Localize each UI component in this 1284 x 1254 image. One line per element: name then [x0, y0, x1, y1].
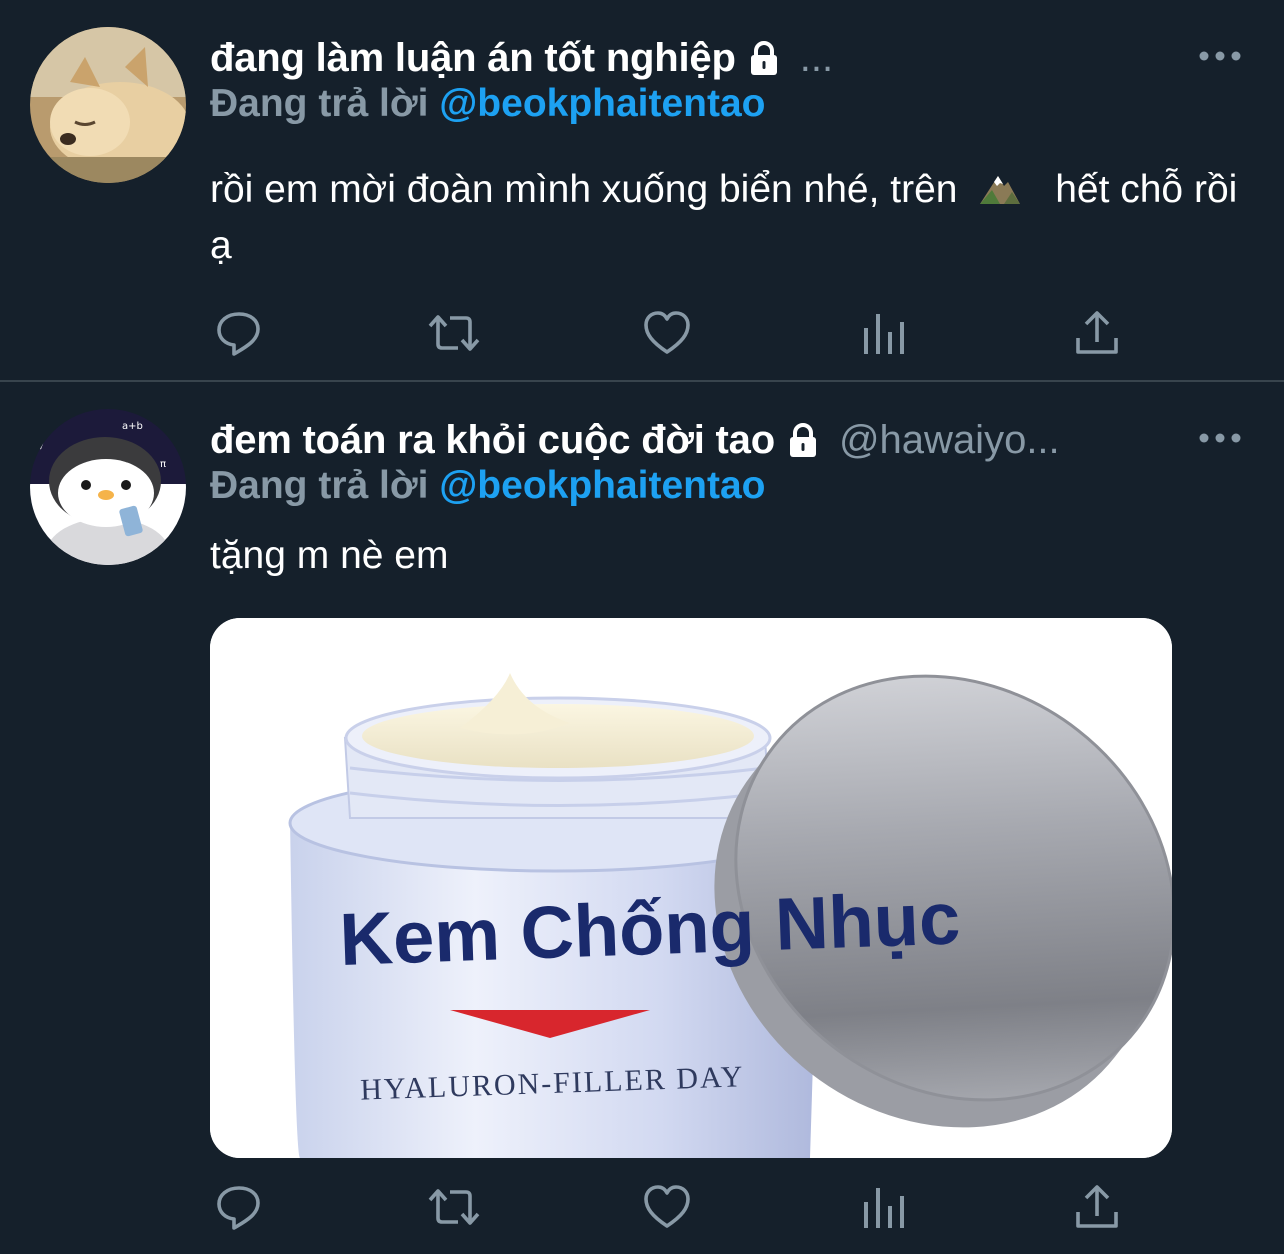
reply-icon[interactable] [214, 1182, 264, 1232]
author-name[interactable]: đem toán ra khỏi cuộc đời tao [210, 418, 775, 463]
replying-label: Đang trả lời [210, 82, 429, 125]
svg-text:π: π [160, 459, 166, 470]
replying-to: Đang trả lời @beokphaitentao [210, 464, 766, 508]
svg-text:√: √ [38, 441, 45, 452]
retweet-icon[interactable] [426, 1182, 482, 1232]
reply-icon[interactable] [214, 308, 264, 358]
cream-jar-image: Kem Chống Nhục HYALURON-FILLER DAY [210, 618, 1172, 1158]
author-handle[interactable]: ... [800, 36, 833, 81]
analytics-icon[interactable] [860, 1182, 910, 1232]
share-icon[interactable] [1072, 308, 1122, 358]
like-icon[interactable] [642, 1182, 692, 1232]
tweet-2[interactable]: a+b √ π đem toán ra khỏi cuộc đời tao @h… [0, 382, 1284, 1254]
tweet-text: rồi em mời đoàn mình xuống biển nhé, trê… [210, 162, 1250, 274]
mention-link[interactable]: @beokphaitentao [439, 464, 765, 507]
tweet-1[interactable]: đang làm luận án tốt nghiệp ... Đang trả… [0, 0, 1284, 382]
penguin-avatar-icon: a+b √ π [30, 409, 186, 565]
author-name[interactable]: đang làm luận án tốt nghiệp [210, 36, 736, 81]
lock-icon [744, 38, 784, 78]
svg-text:a+b: a+b [122, 421, 143, 432]
mountain-emoji-icon [978, 166, 1022, 204]
lock-icon [783, 420, 823, 460]
sleeping-dog-avatar-icon [30, 27, 186, 183]
tweet-actions [210, 1182, 1118, 1232]
retweet-icon[interactable] [426, 308, 482, 358]
replying-to: Đang trả lời @beokphaitentao [210, 82, 766, 126]
mention-link[interactable]: @beokphaitentao [439, 82, 765, 125]
tweet-media-image[interactable]: Kem Chống Nhục HYALURON-FILLER DAY [210, 618, 1172, 1158]
tweet-actions [210, 308, 1118, 358]
tweet-header: đang làm luận án tốt nghiệp ... [210, 34, 1224, 82]
more-icon[interactable] [1198, 428, 1242, 448]
replying-label: Đang trả lời [210, 464, 429, 507]
share-icon[interactable] [1072, 1182, 1122, 1232]
tweet-header: đem toán ra khỏi cuộc đời tao @hawaiyo..… [210, 416, 1224, 464]
author-handle[interactable]: @hawaiyo... [839, 418, 1060, 463]
avatar[interactable] [30, 27, 186, 183]
more-icon[interactable] [1198, 46, 1242, 66]
avatar[interactable]: a+b √ π [30, 409, 186, 565]
like-icon[interactable] [642, 308, 692, 358]
analytics-icon[interactable] [860, 308, 910, 358]
tweet-text-part-1: rồi em mời đoàn mình xuống biển nhé, trê… [210, 168, 958, 211]
tweet-text: tặng m nè em [210, 534, 449, 577]
